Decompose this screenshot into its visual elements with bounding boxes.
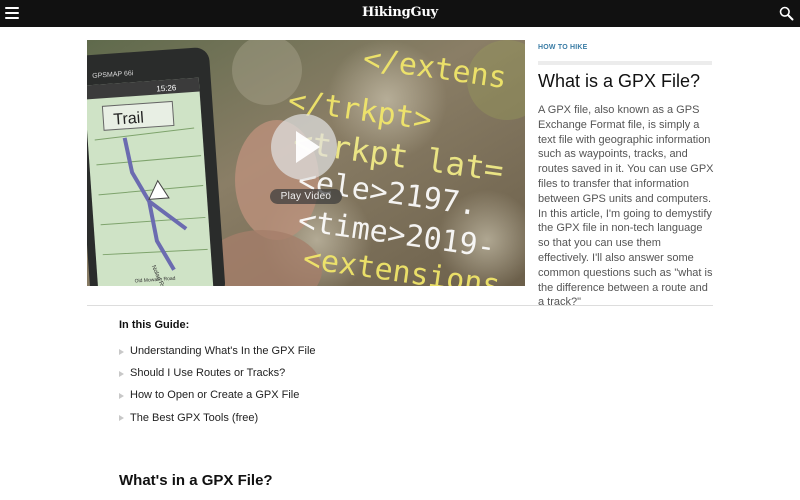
guide-item-label[interactable]: Should I Use Routes or Tracks? [130,367,285,379]
top-nav-bar: HikingGuy [0,0,800,27]
guide-item[interactable]: Should I Use Routes or Tracks? [119,362,316,384]
guide-item[interactable]: The Best GPX Tools (free) [119,407,316,429]
hamburger-menu-icon[interactable] [5,7,19,19]
play-video-button[interactable] [271,114,337,180]
gps-time: 15:26 [156,83,177,93]
triangle-bullet-icon [119,392,124,399]
play-video-label[interactable]: Play Video [270,189,342,204]
guide-heading: In this Guide: [119,319,190,331]
guide-item-label[interactable]: How to Open or Create a GPX File [130,389,299,401]
triangle-bullet-icon [119,348,124,355]
guide-item[interactable]: Understanding What's In the GPX File [119,340,316,362]
gps-track-label: Trail [113,110,145,129]
guide-item-label[interactable]: The Best GPX Tools (free) [130,412,258,424]
guide-list: Understanding What's In the GPX File Sho… [119,340,316,429]
category-divider [538,61,712,65]
article-intro: A GPX file, also known as a GPS Exchange… [538,104,714,309]
triangle-bullet-icon [119,415,124,422]
article-title: What is a GPX File? [538,71,701,91]
guide-item-label[interactable]: Understanding What's In the GPX File [130,345,316,357]
triangle-bullet-icon [119,370,124,377]
guide-item[interactable]: How to Open or Create a GPX File [119,384,316,406]
section-heading: What's in a GPX File? [119,472,273,489]
search-icon[interactable] [779,6,794,21]
section-divider [87,305,713,306]
hero-video[interactable]: GPSMAP 66i 15:26 Trail Nolan Road Old Mo… [87,40,525,286]
article-category[interactable]: HOW TO HIKE [538,44,588,51]
site-logo[interactable]: HikingGuy [0,5,800,20]
